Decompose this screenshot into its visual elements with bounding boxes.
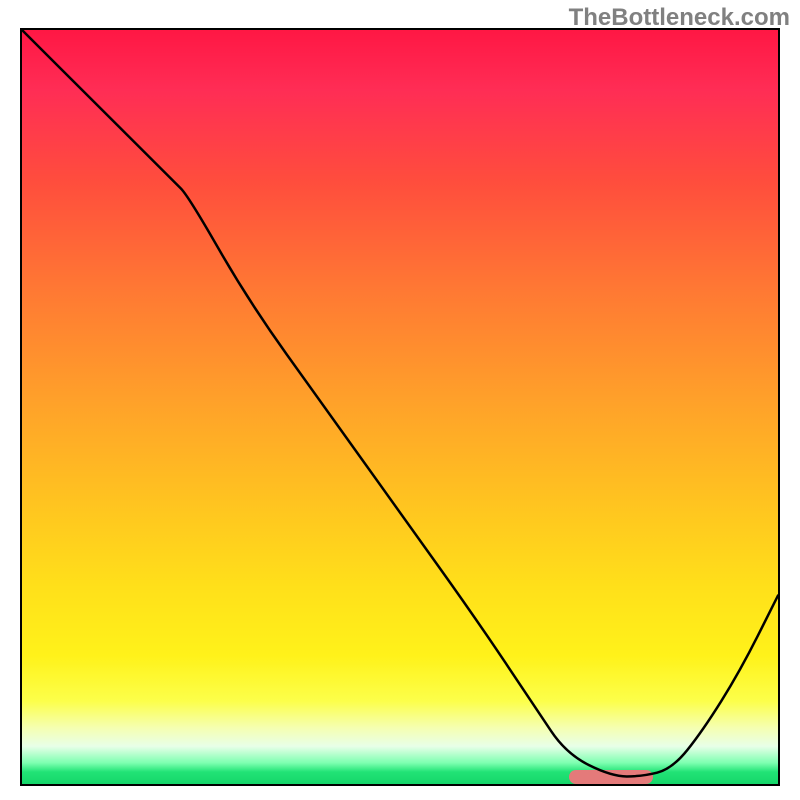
bottleneck-curve [22,30,778,776]
curve-svg [22,30,778,784]
plot-area [20,28,780,786]
watermark-text: TheBottleneck.com [569,4,790,32]
chart-container: TheBottleneck.com [0,0,800,800]
